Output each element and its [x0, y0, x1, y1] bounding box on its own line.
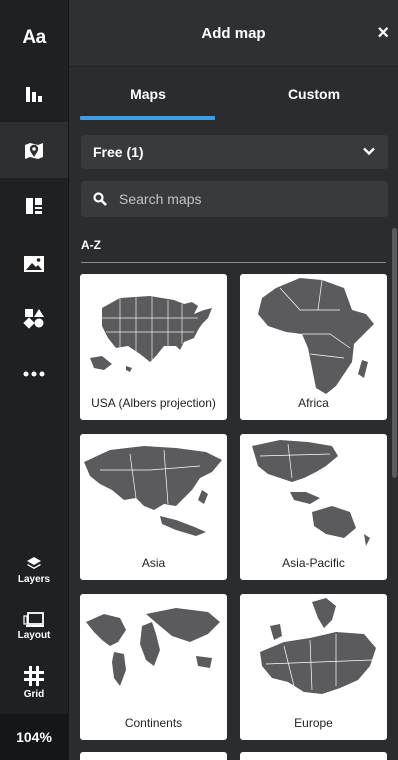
scrollbar[interactable]: [392, 228, 397, 478]
zoom-level-button[interactable]: 104%: [0, 714, 68, 760]
map-card-partial[interactable]: [240, 752, 387, 760]
map-card-africa[interactable]: Africa: [240, 274, 387, 420]
tool-rail: Aa Layers Layout Grid 104%: [0, 0, 69, 760]
close-icon[interactable]: ×: [377, 20, 389, 46]
tab-bar: Maps Custom: [69, 66, 398, 122]
shapes-tool-button[interactable]: [0, 290, 68, 346]
map-card-label: Continents: [124, 716, 183, 730]
filter-dropdown[interactable]: Free (1): [81, 135, 388, 169]
chart-tool-button[interactable]: [0, 66, 68, 122]
map-card-usa[interactable]: USA (Albers projection): [80, 274, 227, 420]
more-tools-button[interactable]: [0, 346, 68, 402]
map-card-label: USA (Albers projection): [91, 396, 216, 410]
map-card-partial[interactable]: [80, 752, 227, 760]
panel-header: Add map ×: [69, 0, 398, 67]
layout-icon: [23, 612, 44, 627]
search-icon: [93, 192, 107, 206]
active-tab-indicator: [80, 116, 215, 120]
image-tool-button[interactable]: [0, 236, 68, 292]
layout-button[interactable]: Layout: [0, 612, 68, 641]
layout-block-tool-button[interactable]: [0, 178, 68, 234]
map-card-asia[interactable]: Asia: [80, 434, 227, 580]
image-icon: [24, 256, 44, 272]
map-card-label: Europe: [294, 716, 333, 730]
add-map-panel: Add map × Maps Custom Free (1) A-Z USA (…: [69, 0, 398, 760]
layers-icon: [27, 557, 41, 569]
grid-icon: [24, 666, 44, 686]
map-icon: [25, 143, 43, 159]
panel-title: Add map: [201, 24, 266, 42]
map-card-label: Asia-Pacific: [282, 556, 345, 570]
shapes-icon: [23, 309, 44, 329]
layers-button[interactable]: Layers: [0, 556, 68, 585]
layout-block-icon: [26, 198, 42, 214]
more-icon: [23, 371, 45, 377]
search-input[interactable]: [117, 190, 361, 208]
text-tool-button[interactable]: Aa: [0, 10, 68, 66]
layout-label: Layout: [17, 630, 51, 641]
section-heading: A-Z: [81, 238, 386, 263]
search-box[interactable]: [81, 181, 388, 217]
filter-value: Free (1): [93, 144, 144, 160]
text-icon: Aa: [22, 27, 46, 48]
map-card-europe[interactable]: Europe: [240, 594, 387, 740]
tab-custom[interactable]: Custom: [237, 66, 391, 122]
map-card-continents[interactable]: Continents: [80, 594, 227, 740]
layers-label: Layers: [17, 574, 51, 585]
map-tool-button[interactable]: [0, 122, 68, 178]
chevron-down-icon: [363, 147, 375, 156]
map-card-asia-pacific[interactable]: Asia-Pacific: [240, 434, 387, 580]
chart-icon: [26, 87, 42, 102]
tab-maps[interactable]: Maps: [71, 66, 225, 122]
grid-label: Grid: [23, 689, 45, 700]
grid-button[interactable]: Grid: [0, 665, 68, 700]
map-card-label: Asia: [141, 556, 166, 570]
map-card-label: Africa: [298, 396, 329, 410]
